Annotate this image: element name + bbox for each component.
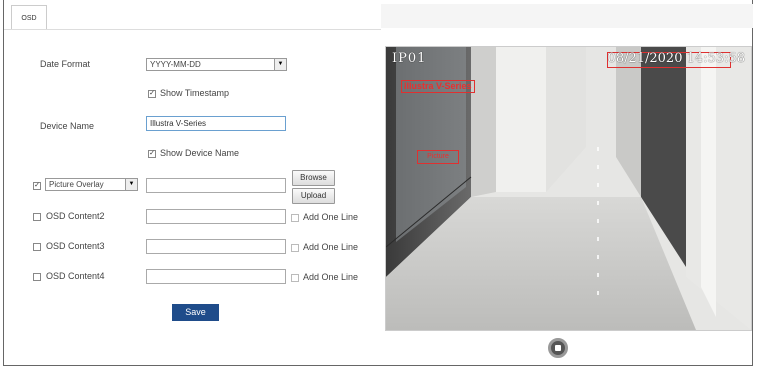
chevron-down-icon[interactable]: ▼ [274, 59, 286, 70]
osd-content4-label: OSD Content4 [46, 271, 105, 281]
date-format-value: YYYY-MM-DD [150, 60, 201, 69]
show-device-name-checkbox[interactable]: ✓ [148, 150, 156, 158]
osd-device-overlay[interactable]: Illustra V-Series [401, 80, 475, 93]
date-format-label: Date Format [40, 59, 91, 69]
osd-content3-input[interactable] [146, 239, 286, 254]
device-name-label: Device Name [40, 121, 95, 131]
osd-content2-add-label: Add One Line [303, 212, 359, 222]
osd-content2-input[interactable] [146, 209, 286, 224]
osd-content2-label: OSD Content2 [46, 211, 105, 221]
overlay-checkbox[interactable]: ✓ [33, 182, 41, 190]
chevron-down-icon[interactable]: ▼ [125, 179, 137, 190]
browse-button[interactable]: Browse [292, 170, 335, 186]
tab-osd[interactable]: OSD [11, 5, 47, 29]
overlay-type-select[interactable]: Picture Overlay ▼ [45, 178, 138, 191]
tab-divider [4, 29, 381, 30]
osd-content4-checkbox[interactable] [33, 273, 41, 281]
stop-icon[interactable] [548, 338, 568, 358]
show-device-name-label: Show Device Name [160, 148, 240, 158]
osd-content3-add-label: Add One Line [303, 242, 359, 252]
osd-content4-add-label: Add One Line [303, 272, 359, 282]
overlay-type-value: Picture Overlay [49, 180, 104, 189]
show-timestamp-label: Show Timestamp [160, 88, 230, 98]
upload-button[interactable]: Upload [292, 188, 335, 204]
preview-header-bar [381, 4, 753, 28]
osd-ip-label: IP01 [392, 51, 427, 66]
show-timestamp-checkbox[interactable]: ✓ [148, 90, 156, 98]
osd-picture-overlay[interactable]: Picture [417, 150, 459, 164]
video-preview[interactable]: IP01 08/21/2020 14:53:58 Illustra V-Seri… [385, 46, 752, 331]
osd-content4-input[interactable] [146, 269, 286, 284]
overlay-file-input[interactable] [146, 178, 286, 193]
osd-content3-label: OSD Content3 [46, 241, 105, 251]
osd-content3-checkbox[interactable] [33, 243, 41, 251]
save-button[interactable]: Save [172, 304, 219, 321]
date-format-select[interactable]: YYYY-MM-DD ▼ [146, 58, 287, 71]
osd-content2-add-checkbox[interactable] [291, 214, 299, 222]
osd-content4-add-checkbox[interactable] [291, 274, 299, 282]
osd-timestamp: 08/21/2020 14:53:58 [607, 51, 745, 66]
osd-content2-checkbox[interactable] [33, 213, 41, 221]
device-name-input[interactable]: Illustra V-Series [146, 116, 286, 131]
osd-content3-add-checkbox[interactable] [291, 244, 299, 252]
